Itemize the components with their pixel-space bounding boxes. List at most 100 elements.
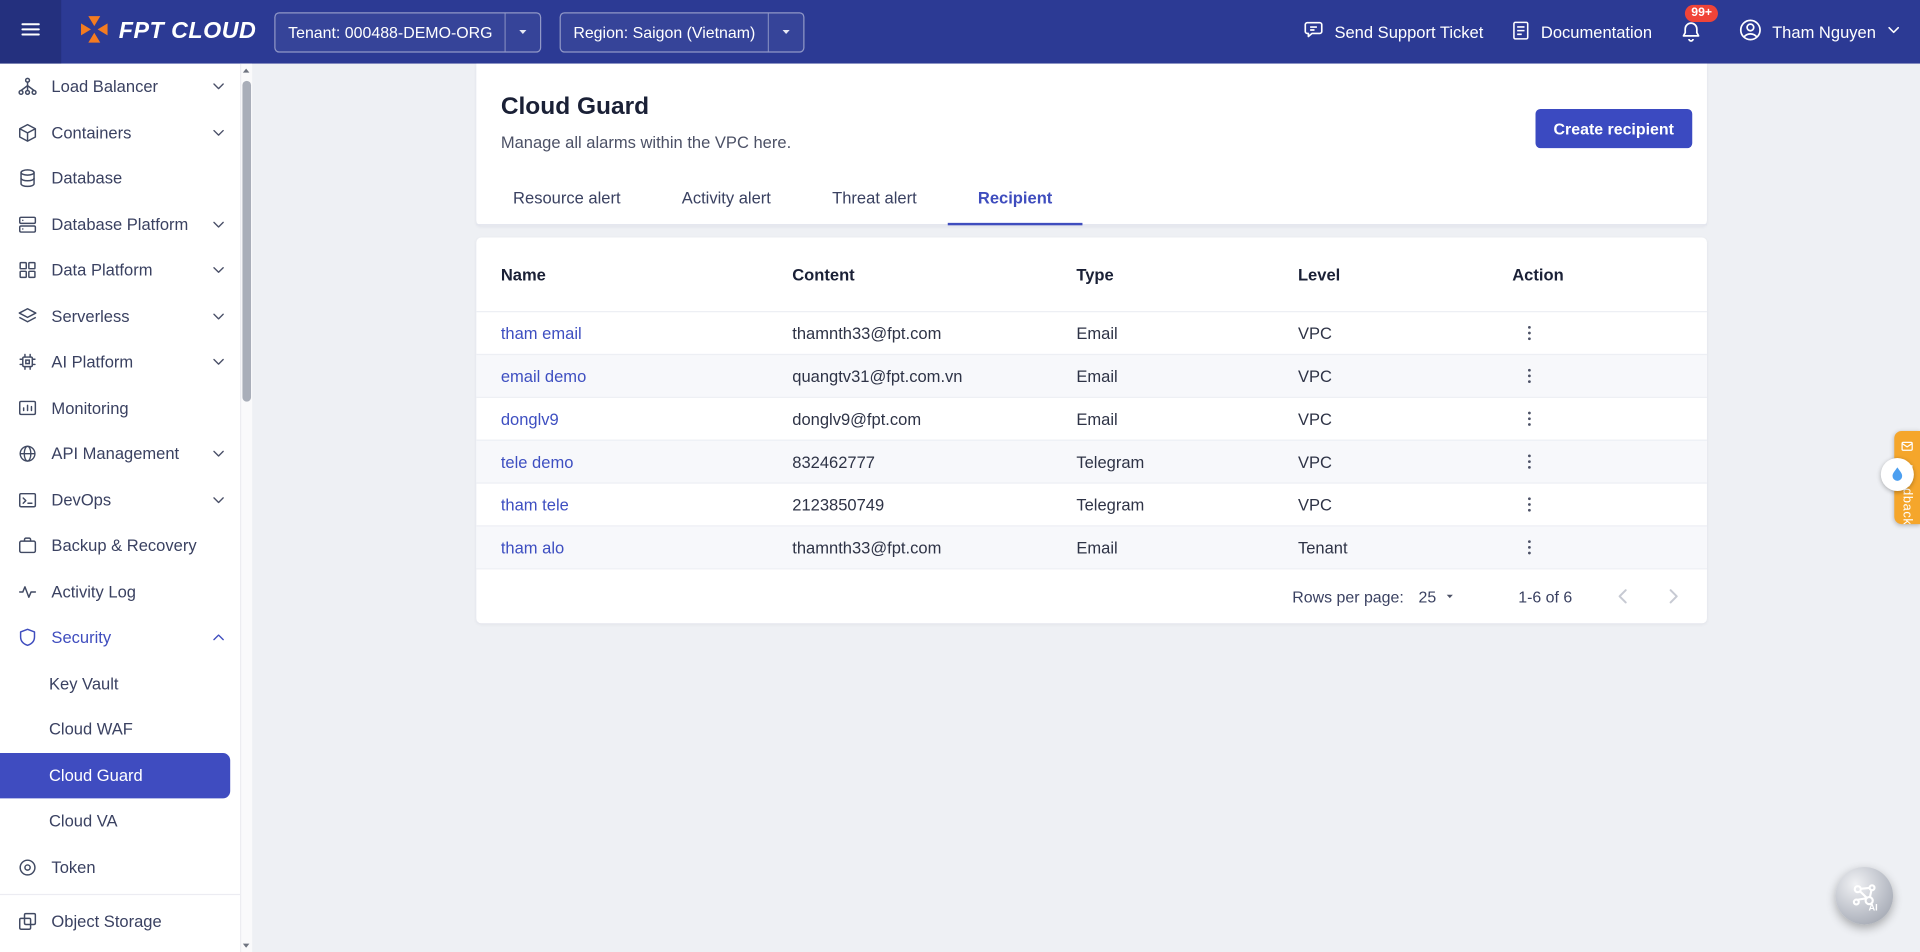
tab-activity-alert[interactable]: Activity alert — [651, 173, 801, 224]
recipient-level: VPC — [1273, 495, 1487, 513]
sidebar-item-object-storage[interactable]: Object Storage — [0, 899, 240, 945]
sidebar-item-api-management[interactable]: API Management — [0, 431, 240, 477]
hamburger-menu-button[interactable] — [0, 0, 61, 64]
chat-bubble-icon — [1303, 18, 1326, 45]
sidebar-item-activity-log[interactable]: Activity Log — [0, 569, 240, 615]
chevron-down-icon — [209, 307, 227, 325]
fpt-cloud-logo[interactable]: FPT CLOUD — [78, 13, 256, 51]
recipient-content: thamnth33@fpt.com — [768, 324, 1052, 342]
recipient-name-link[interactable]: tham alo — [476, 538, 767, 556]
sidebar-subitem-label: Key Vault — [49, 674, 119, 692]
sidebar-item-label: AI Platform — [51, 353, 195, 371]
table-body: tham email thamnth33@fpt.com Email VPC e… — [476, 311, 1707, 568]
chevron-down-icon — [209, 353, 227, 371]
documentation-button[interactable]: Documentation — [1510, 19, 1652, 45]
recipient-name-link[interactable]: email demo — [476, 367, 767, 385]
previous-page-button[interactable] — [1611, 584, 1635, 608]
row-actions-button[interactable] — [1512, 489, 1546, 521]
sidebar-subitem-label: Cloud Guard — [49, 766, 143, 784]
sidebar-item-label: Load Balancer — [51, 77, 195, 95]
sidebar-item-database[interactable]: Database — [0, 156, 240, 202]
alert-tabs: Resource alert Activity alert Threat ale… — [476, 173, 1707, 226]
recipient-level: VPC — [1273, 410, 1487, 428]
row-actions-button[interactable] — [1512, 403, 1546, 435]
sidebar-subitem-cloud-guard[interactable]: Cloud Guard — [0, 752, 230, 798]
bell-icon — [1679, 28, 1703, 49]
sidebar-item-load-balancer[interactable]: Load Balancer — [0, 64, 240, 110]
caret-down-icon — [1442, 589, 1457, 604]
token-icon — [17, 857, 38, 878]
backup-recovery-icon — [17, 535, 38, 556]
table-header-row: Name Content Type Level Action — [476, 238, 1707, 311]
database-icon — [17, 168, 38, 189]
sidebar-item-containers[interactable]: Containers — [0, 110, 240, 156]
kebab-menu-icon — [1520, 538, 1540, 558]
table-row: tham tele 2123850749 Telegram VPC — [476, 482, 1707, 525]
column-header-level: Level — [1273, 265, 1487, 283]
row-actions-button[interactable] — [1512, 531, 1546, 563]
activity-log-icon — [17, 581, 38, 602]
sidebar-item-backup-recovery[interactable]: Backup & Recovery — [0, 523, 240, 569]
chevron-down-icon — [209, 77, 227, 95]
notifications-button[interactable]: 99+ — [1679, 19, 1703, 50]
ai-assistant-button[interactable]: AI — [1836, 867, 1894, 925]
sidebar-item-data-platform[interactable]: Data Platform — [0, 247, 240, 293]
sidebar-item-ai-platform[interactable]: AI Platform — [0, 339, 240, 385]
sidebar-item-token[interactable]: Token — [0, 844, 240, 890]
logo-text: FPT CLOUD — [119, 18, 257, 45]
recipient-name-link[interactable]: tham email — [476, 324, 767, 342]
sidebar-item-database-platform[interactable]: Database Platform — [0, 201, 240, 247]
scrollbar-down-arrow-icon[interactable] — [240, 940, 252, 950]
tab-threat-alert[interactable]: Threat alert — [802, 173, 948, 224]
region-selector[interactable]: Region: Saigon (Vietnam) — [560, 12, 804, 52]
chevron-up-icon — [209, 628, 227, 646]
sidebar-scrollbar-thumb[interactable] — [242, 81, 251, 402]
sidebar-item-label: Security — [51, 628, 195, 646]
sidebar-subitem-label: Cloud WAF — [49, 720, 133, 738]
scrollbar-up-arrow-icon[interactable] — [240, 66, 252, 76]
sidebar-item-serverless[interactable]: Serverless — [0, 293, 240, 339]
sidebar-item-monitoring[interactable]: Monitoring — [0, 385, 240, 431]
sidebar-item-security[interactable]: Security — [0, 615, 240, 661]
row-actions-button[interactable] — [1512, 317, 1546, 349]
row-actions-button[interactable] — [1512, 446, 1546, 478]
column-header-action: Action — [1488, 265, 1707, 283]
recipient-type: Email — [1052, 538, 1274, 556]
recipient-type: Email — [1052, 324, 1274, 342]
sidebar-subitem-key-vault[interactable]: Key Vault — [0, 661, 240, 707]
main-content: Cloud Guard Manage all alarms within the… — [252, 64, 1920, 952]
tab-recipient[interactable]: Recipient — [947, 173, 1083, 226]
sidebar-item-devops[interactable]: DevOps — [0, 477, 240, 523]
rows-per-page-value: 25 — [1418, 587, 1436, 605]
recipient-name-link[interactable]: donglv9 — [476, 410, 767, 428]
next-page-button[interactable] — [1660, 584, 1684, 608]
shield-icon — [17, 627, 38, 648]
tab-resource-alert[interactable]: Resource alert — [482, 173, 651, 224]
pagination-range: 1-6 of 6 — [1518, 587, 1572, 605]
send-support-ticket-button[interactable]: Send Support Ticket — [1303, 18, 1484, 45]
page-header-card: Cloud Guard Manage all alarms within the… — [476, 64, 1707, 226]
feedback-bubble-button[interactable] — [1881, 458, 1914, 491]
kebab-menu-icon — [1520, 495, 1540, 515]
recipient-name-link[interactable]: tele demo — [476, 452, 767, 470]
recipient-level: VPC — [1273, 452, 1487, 470]
sidebar-item-label: API Management — [51, 445, 195, 463]
sidebar-item-label: Activity Log — [51, 583, 227, 601]
sidebar-subitem-cloud-va[interactable]: Cloud VA — [0, 798, 240, 844]
ai-platform-icon — [17, 352, 38, 373]
user-name: Tham Nguyen — [1772, 23, 1876, 41]
sidebar-item-label: Database Platform — [51, 215, 195, 233]
create-recipient-button[interactable]: Create recipient — [1535, 109, 1692, 148]
user-menu[interactable]: Tham Nguyen — [1738, 17, 1903, 46]
recipient-type: Telegram — [1052, 452, 1274, 470]
tenant-selector[interactable]: Tenant: 000488-DEMO-ORG — [275, 12, 542, 52]
sidebar-scrollbar[interactable] — [240, 64, 252, 952]
row-actions-button[interactable] — [1512, 360, 1546, 392]
avatar-icon — [1738, 17, 1764, 46]
rows-per-page-select[interactable]: 25 — [1418, 587, 1457, 605]
recipient-level: VPC — [1273, 324, 1487, 342]
sidebar-item-label: Serverless — [51, 307, 195, 325]
recipient-name-link[interactable]: tham tele — [476, 495, 767, 513]
recipient-content: donglv9@fpt.com — [768, 410, 1052, 428]
sidebar-subitem-cloud-waf[interactable]: Cloud WAF — [0, 707, 240, 753]
